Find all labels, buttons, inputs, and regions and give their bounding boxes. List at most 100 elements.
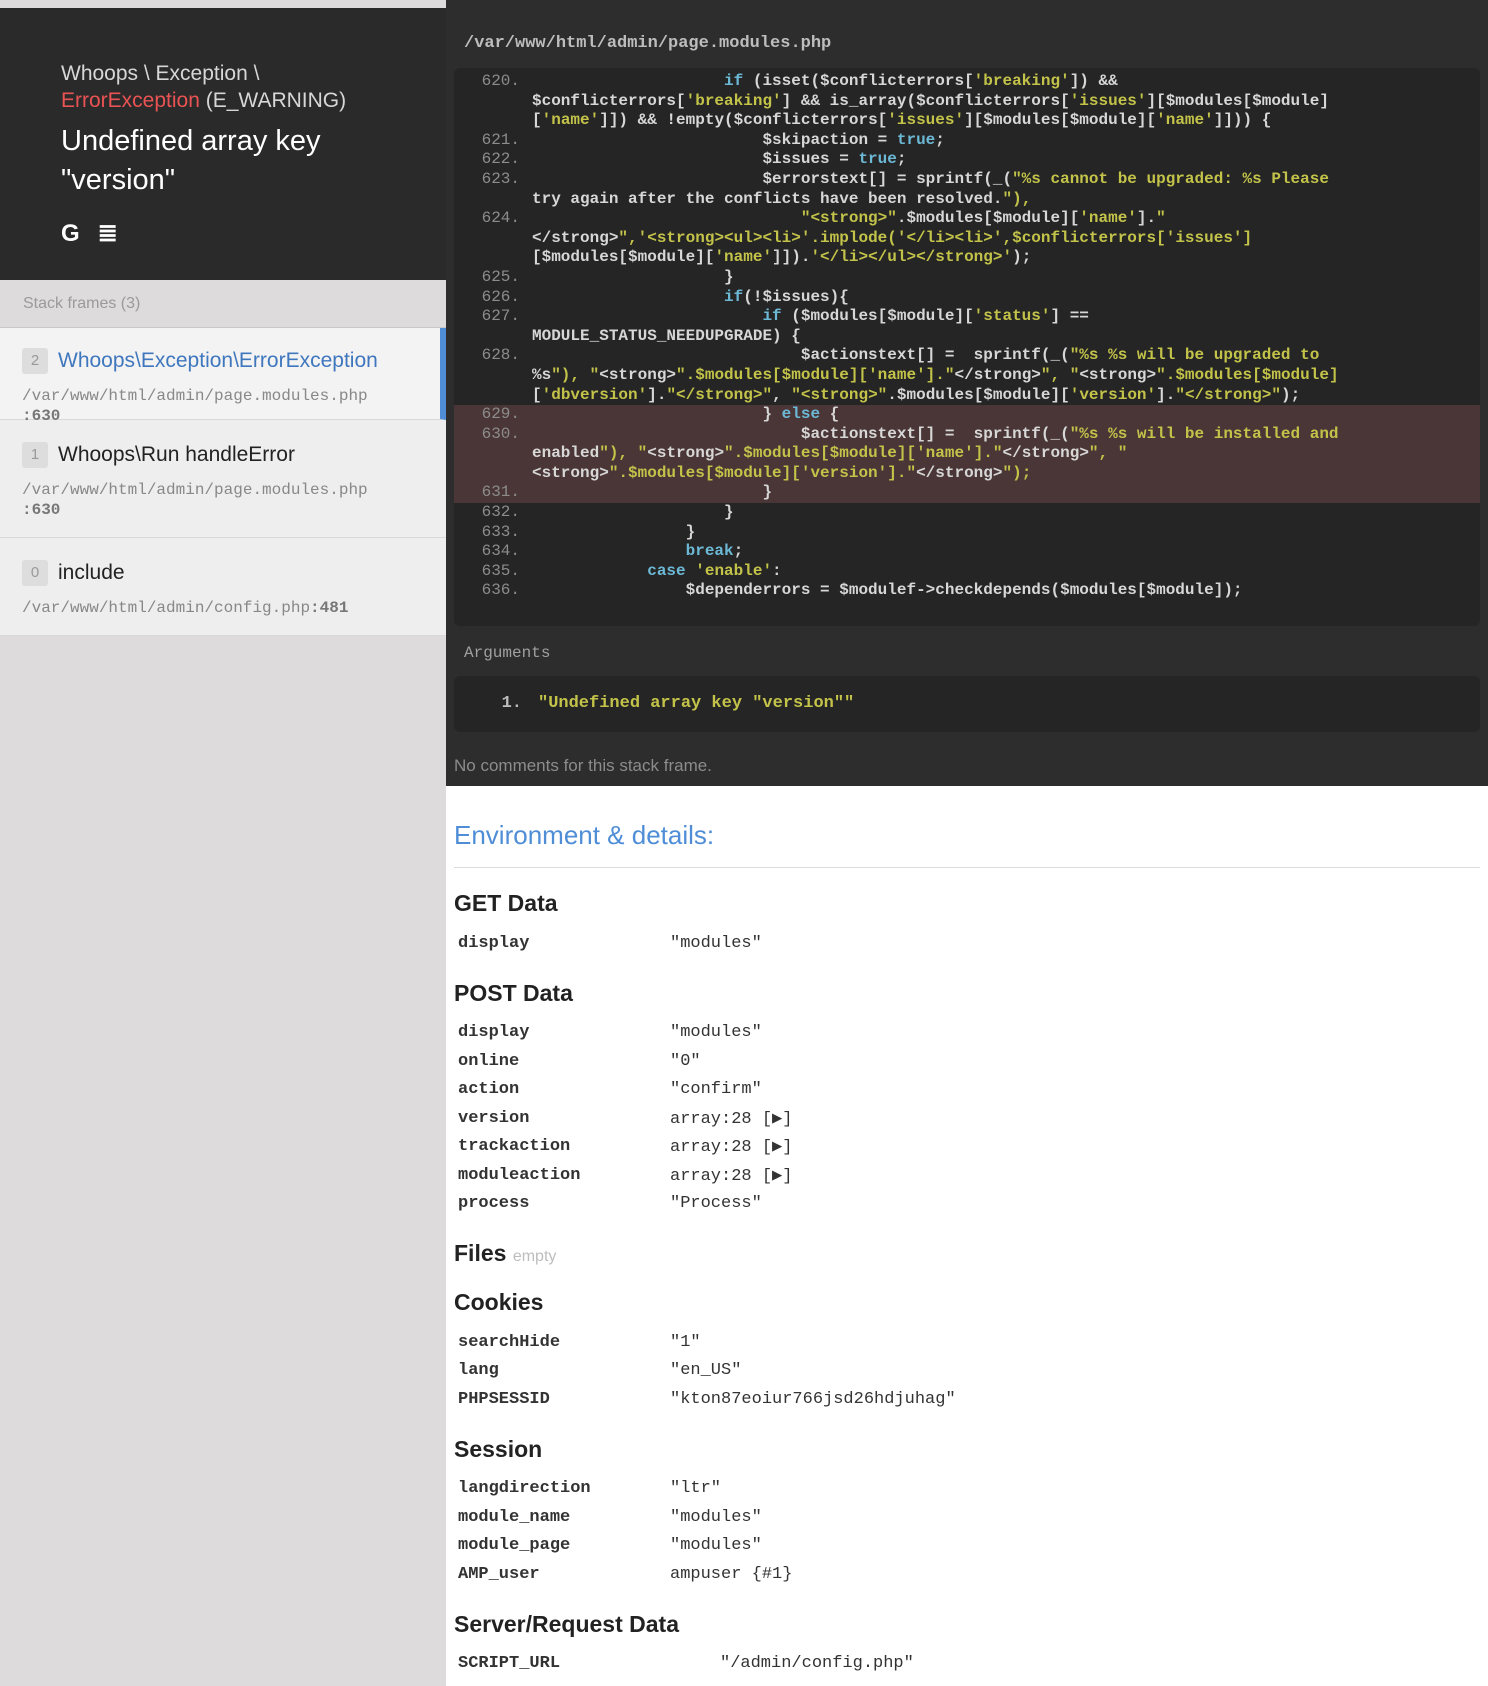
line-number: 625. [481, 267, 520, 286]
code-line: 623. $errorstext[] = sprintf(_("%s canno… [454, 170, 1480, 190]
code-line: 634. break; [454, 542, 1480, 562]
kv-value: "Process" [670, 1194, 762, 1214]
line-code: $conflicterrors['breaking'] && is_array(… [532, 91, 1329, 110]
line-number: 631. [481, 483, 520, 502]
line-number: 633. [481, 522, 520, 541]
frame-index: 2 [22, 348, 48, 374]
code-line: <strong>".$modules[$module]['version']."… [454, 463, 1480, 484]
line-code: try again after the conflicts have been … [532, 189, 1032, 208]
line-code: <strong>".$modules[$module]['version']."… [532, 463, 1452, 484]
kv-value: "modules" [670, 1536, 762, 1556]
argument-value: "Undefined array key "version"" [538, 694, 855, 713]
line-number [454, 190, 532, 210]
line-number: 624. [481, 209, 520, 228]
line-code: case 'enable': [647, 561, 782, 580]
cookies-title: Cookies [454, 1289, 544, 1315]
line-code: enabled"), "<strong>".$modules[$module][… [532, 444, 1452, 464]
stackoverflow-icon[interactable]: ≣ [98, 220, 118, 248]
line-code: if (isset($conflicterrors['breaking']) &… [724, 72, 1118, 90]
server-data-table: SCRIPT_URL "/admin/config.php" [454, 1650, 918, 1679]
google-icon[interactable]: G [61, 220, 80, 248]
exception-class: Whoops \ Exception \ ErrorException (E_W… [61, 60, 385, 114]
line-number [454, 111, 532, 131]
session-table: langdirection "ltr" module_name "modules" mo… [454, 1475, 796, 1589]
kv-row: PHPSESSID "kton87eoiur766jsd26hdjuhag" [454, 1385, 960, 1414]
post-data-title: POST Data [454, 979, 573, 1006]
cookies-table: searchHide "1" lang "en_US" PHPSESSID "kton87… [454, 1328, 960, 1414]
code-line: 636. $dependerrors = $modulef->checkdepe… [454, 581, 1480, 601]
code-line: 635. case 'enable': [454, 562, 1480, 582]
kv-row: searchHide "1" [454, 1328, 960, 1357]
code-line: 629. } else { [454, 405, 1480, 425]
kv-row: module_page "modules" [454, 1532, 796, 1561]
stack-frames-title: Stack frames (3) [0, 280, 446, 328]
line-number [454, 366, 532, 386]
code-line: 626. if(!$issues){ [454, 288, 1480, 308]
line-code: MODULE_STATUS_NEEDUPGRADE) { [532, 326, 801, 345]
get-data-table: display "modules" [454, 929, 766, 958]
kv-row: version array:28 [▶] [454, 1104, 796, 1133]
stack-frame-0[interactable]: 0 include /var/www/html/admin/config.php… [0, 538, 446, 636]
code-line: 620. if (isset($conflicterrors['breaking… [454, 72, 1480, 92]
frame-file: /var/www/html/admin/config.php:481 [22, 599, 349, 617]
kv-key: langdirection [458, 1479, 591, 1499]
code-line: 630. $actionstext[] = sprintf(_("%s %s w… [454, 424, 1480, 445]
line-code: ['dbversion']."</strong>", "<strong>".$m… [532, 385, 1301, 404]
code-line: 628. $actionstext[] = sprintf(_("%s %s w… [454, 346, 1480, 366]
kv-key: display [458, 933, 530, 953]
frame-class: Whoops\Run handleError [58, 443, 295, 466]
line-number: 627. [481, 307, 520, 326]
kv-value: "confirm" [670, 1080, 762, 1100]
line-code: } else { [532, 405, 1452, 425]
kv-value[interactable]: array:28 [▶] [666, 1104, 796, 1133]
kv-row: display "modules" [454, 929, 766, 958]
kv-key: PHPSESSID [458, 1389, 550, 1409]
line-number: 632. [481, 503, 520, 522]
code-line: 632. } [454, 503, 1480, 523]
kv-value[interactable]: array:28 [▶] [666, 1161, 796, 1190]
line-number [454, 248, 532, 268]
post-data-table: display "modules" online "0" action "confirm"… [454, 1019, 796, 1219]
kv-value: "0" [670, 1051, 701, 1071]
line-code: } [532, 522, 696, 541]
line-code: $actionstext[] = sprintf(_("%s %s will b… [532, 346, 1320, 365]
code-line: ['name']]) && !empty($conflicterrors['is… [454, 111, 1480, 131]
line-number [454, 464, 532, 484]
kv-key: module_name [458, 1507, 571, 1527]
line-number: 634. [481, 542, 520, 561]
stack-frame-2[interactable]: 2 Whoops\Exception\ErrorException /var/w… [0, 328, 446, 425]
code-line: 622. $issues = true; [454, 150, 1480, 170]
code-viewer[interactable]: 620. if (isset($conflicterrors['breaking… [454, 68, 1480, 626]
kv-value: "kton87eoiur766jsd26hdjuhag" [670, 1389, 956, 1409]
code-line: ['dbversion']."</strong>", "<strong>".$m… [454, 386, 1480, 406]
code-line: 624. "<strong>".$modules[$module]['name'… [454, 209, 1480, 229]
files-title: Files empty [454, 1240, 557, 1266]
kv-value: "modules" [670, 1507, 762, 1527]
line-code: [$modules[$module]['name']]).'</li></ul>… [532, 248, 1032, 267]
exception-header: Whoops \ Exception \ ErrorException (E_W… [0, 8, 446, 280]
code-line: $conflicterrors['breaking'] && is_array(… [454, 92, 1480, 112]
kv-value: ampuser {#1} [670, 1564, 793, 1584]
line-number: 630. [481, 424, 520, 443]
kv-value: "modules" [670, 933, 762, 953]
line-code: } [532, 267, 734, 286]
code-line: MODULE_STATUS_NEEDUPGRADE) { [454, 327, 1480, 347]
line-code: if(!$issues){ [724, 287, 849, 306]
kv-key: moduleaction [458, 1165, 581, 1185]
kv-key: action [458, 1080, 520, 1100]
stack-frame-1[interactable]: 1 Whoops\Run handleError /var/www/html/a… [0, 420, 446, 538]
line-code: $issues = true; [532, 150, 907, 169]
line-number [454, 229, 532, 249]
line-number [454, 92, 532, 112]
code-line: </strong>",'<strong><ul><li>'.implode('<… [454, 229, 1480, 249]
kv-key: searchHide [458, 1332, 561, 1352]
argument-index: 1. [501, 694, 522, 713]
code-line: try again after the conflicts have been … [454, 190, 1480, 210]
exception-class-name: ErrorException [61, 89, 200, 112]
kv-row: process "Process" [454, 1190, 796, 1219]
line-number: 629. [481, 405, 520, 424]
no-comments-text: No comments for this stack frame. [454, 756, 712, 775]
kv-row: moduleaction array:28 [▶] [454, 1161, 796, 1190]
line-code: ['name']]) && !empty($conflicterrors['is… [532, 111, 1272, 130]
kv-value[interactable]: array:28 [▶] [666, 1133, 796, 1162]
